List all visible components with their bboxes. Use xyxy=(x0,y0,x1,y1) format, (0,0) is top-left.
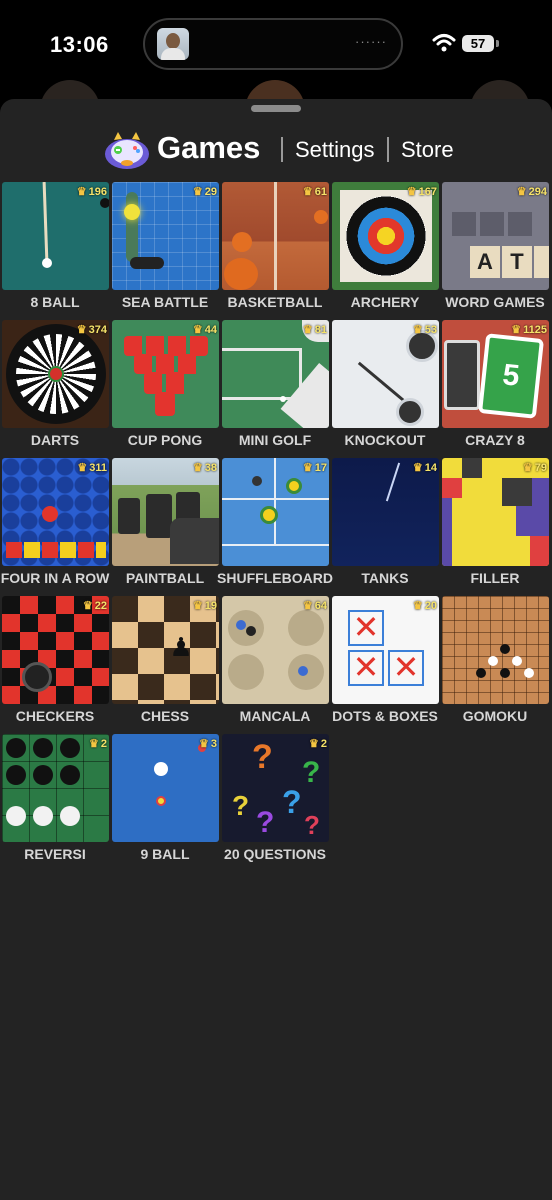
page-title: Games xyxy=(157,130,261,165)
game-label: REVERSI xyxy=(24,846,86,862)
basketball-icon xyxy=(222,182,329,290)
crown-count-badge: ♛ 38 xyxy=(192,461,217,475)
game-label: WORD GAMES xyxy=(445,294,545,310)
game-label: SHUFFLEBOARD xyxy=(217,570,333,586)
crown-count-badge: ♛ 53 xyxy=(412,323,437,337)
word-games-icon: A T xyxy=(442,182,549,290)
games-sheet: Games Settings Store ♛ 196 8 BALL ♛ 29 SEA… xyxy=(0,99,552,1200)
contact-avatar xyxy=(157,28,189,60)
crown-count-badge: ♛ 29 xyxy=(192,185,217,199)
game-label: MINI GOLF xyxy=(238,432,312,448)
checkers-icon xyxy=(2,596,109,704)
crown-count-badge: ♛ 3 xyxy=(199,737,217,751)
game-label: BASKETBALL xyxy=(227,294,323,310)
crown-count-badge: ♛ 196 xyxy=(76,185,107,199)
crazy8-icon: 5 xyxy=(442,320,549,428)
crown-count-badge: ♛ 2 xyxy=(89,737,107,751)
status-time: 13:06 xyxy=(50,32,109,57)
sea-battle-icon xyxy=(112,182,219,290)
game-label: KNOCKOUT xyxy=(344,432,426,448)
tab-settings[interactable]: Settings xyxy=(295,137,375,163)
status-bar: 13:06 ······ 57 xyxy=(0,0,552,92)
darts-icon xyxy=(2,320,109,428)
crown-count-badge: ♛ 294 xyxy=(516,185,547,199)
game-label: DOTS & BOXES xyxy=(332,708,438,724)
shuffleboard-icon xyxy=(222,458,329,566)
dynamic-island[interactable]: ······ xyxy=(143,18,403,70)
crown-count-badge: ♛ 20 xyxy=(412,599,437,613)
8ball-icon xyxy=(2,182,109,290)
game-label: CRAZY 8 xyxy=(465,432,525,448)
battery-icon: 57 xyxy=(462,35,494,52)
four-in-a-row-icon xyxy=(2,458,109,566)
paintball-icon xyxy=(112,458,219,566)
crown-count-badge: ♛ 311 xyxy=(77,461,107,475)
game-label: 8 BALL xyxy=(30,294,80,310)
battery-tip xyxy=(496,40,499,47)
crown-count-badge: ♛ 44 xyxy=(192,323,217,337)
island-dots: ······ xyxy=(355,34,387,49)
crown-count-badge: ♛ 2 xyxy=(309,737,327,751)
crown-count-badge: ♛ 167 xyxy=(406,185,437,199)
crown-count-badge: ♛ 1125 xyxy=(511,323,547,337)
game-label: GOMOKU xyxy=(462,708,528,724)
crown-count-badge: ♛ 17 xyxy=(302,461,327,475)
game-label: SEA BATTLE xyxy=(121,294,209,310)
game-label: TANKS xyxy=(361,570,409,586)
crown-count-badge: ♛ 79 xyxy=(522,461,547,475)
game-label: CHESS xyxy=(140,708,190,724)
archery-icon xyxy=(332,182,439,290)
crown-count-badge: ♛ 19 xyxy=(192,599,217,613)
crown-count-badge: ♛ 14 xyxy=(412,461,437,475)
divider xyxy=(387,137,389,162)
reversi-icon xyxy=(2,734,109,842)
crown-count-badge: ♛ 81 xyxy=(302,323,327,337)
tab-store[interactable]: Store xyxy=(401,137,454,163)
game-label: CUP PONG xyxy=(127,432,203,448)
knockout-icon xyxy=(332,320,439,428)
game-label: ARCHERY xyxy=(350,294,420,310)
game-label: FILLER xyxy=(470,570,520,586)
game-label: MANCALA xyxy=(239,708,311,724)
game-label: 9 BALL xyxy=(140,846,190,862)
dots-and-boxes-icon: ✕ ✕ ✕ xyxy=(332,596,439,704)
game-label: CHECKERS xyxy=(15,708,95,724)
crown-count-badge: ♛ 22 xyxy=(82,599,107,613)
mancala-icon xyxy=(222,596,329,704)
20-questions-icon: ? ? ? ? ? ? xyxy=(222,734,329,842)
gamepigeon-logo-icon xyxy=(105,132,149,169)
9ball-icon xyxy=(112,734,219,842)
filler-icon xyxy=(442,458,549,566)
chess-icon: ♟ xyxy=(112,596,219,704)
crown-count-badge: ♛ 374 xyxy=(76,323,107,337)
sheet-header: Games Settings Store xyxy=(0,127,552,171)
mini-golf-icon xyxy=(222,320,329,428)
divider xyxy=(281,137,283,162)
gomoku-icon xyxy=(442,596,549,704)
crown-count-badge: ♛ 61 xyxy=(302,185,327,199)
game-label: FOUR IN A ROW xyxy=(0,570,110,586)
cup-pong-icon xyxy=(112,320,219,428)
wifi-icon xyxy=(432,34,456,52)
sheet-grabber[interactable] xyxy=(251,105,301,112)
crown-count-badge: ♛ 64 xyxy=(302,599,327,613)
game-label: DARTS xyxy=(30,432,80,448)
game-label: 20 QUESTIONS xyxy=(224,846,326,862)
tanks-icon xyxy=(332,458,439,566)
game-label: PAINTBALL xyxy=(125,570,205,586)
